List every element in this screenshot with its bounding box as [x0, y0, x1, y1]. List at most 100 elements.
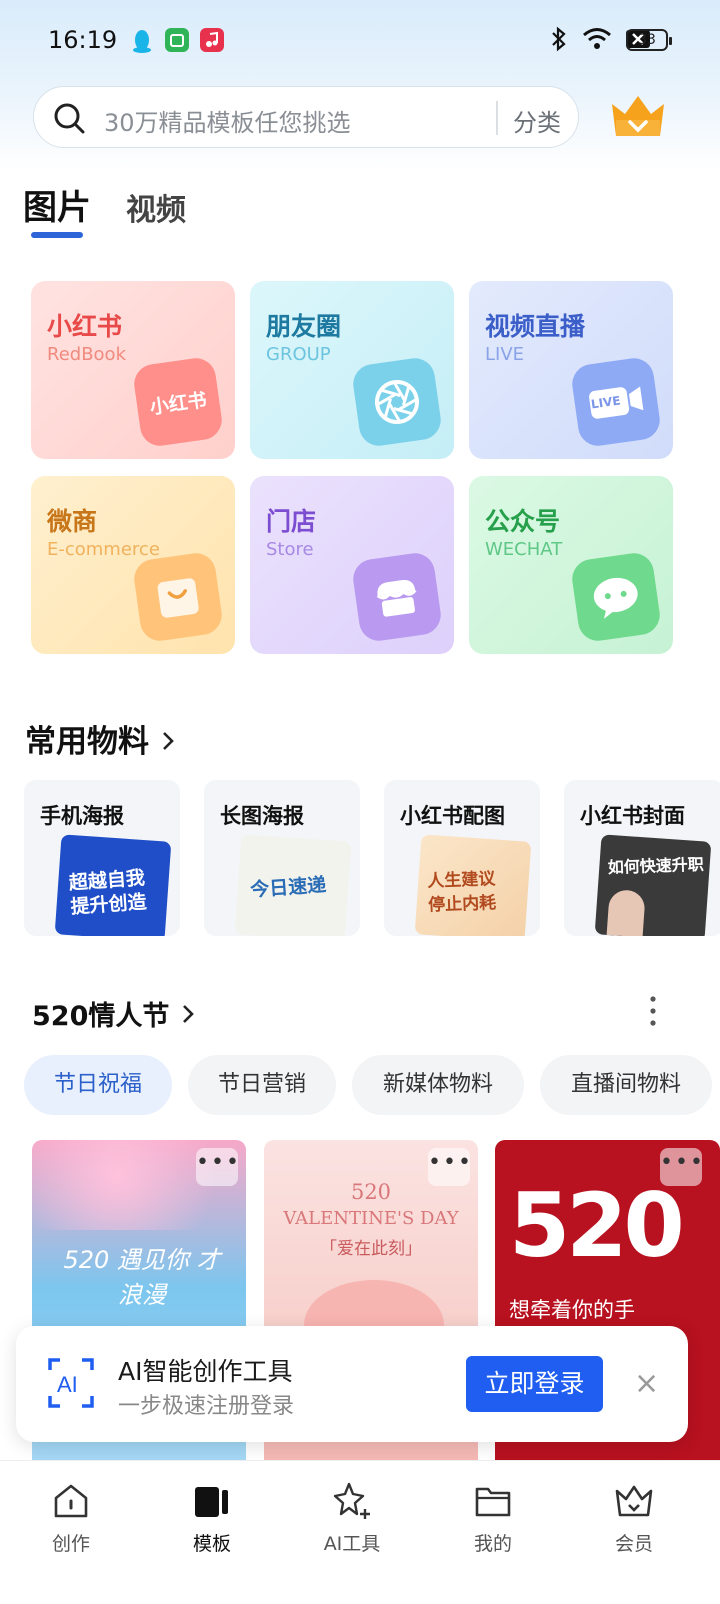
portrait-image — [606, 888, 646, 936]
tab-active-indicator — [31, 232, 83, 238]
thumbnail-text: 超越自我 提升创造 — [68, 867, 148, 919]
nav-label: 会员 — [614, 1533, 653, 1555]
material-label: 手机海报 — [40, 804, 124, 828]
section-title: 520情人节 — [32, 1001, 170, 1032]
close-icon[interactable]: × — [634, 1366, 659, 1401]
category-card-redbook[interactable]: 小红书 RedBook 小红书 — [31, 281, 235, 459]
common-materials-header[interactable]: 常用物料 — [25, 716, 175, 761]
more-options-icon[interactable] — [646, 994, 660, 1028]
section-title: 常用物料 — [25, 724, 149, 760]
wechat-icon — [569, 550, 663, 644]
nav-item-ai-tools[interactable]: AI工具 — [302, 1481, 402, 1556]
category-card-ecommerce[interactable]: 微商 E-commerce — [31, 476, 235, 654]
material-card-redbook-cover[interactable]: 小红书封面 如何快速升职 — [564, 780, 720, 936]
chip-holiday-marketing[interactable]: 节日营销 — [188, 1055, 336, 1115]
nav-item-membership[interactable]: 会员 — [584, 1481, 684, 1556]
category-subtitle: E-commerce — [47, 539, 160, 560]
qq-icon — [130, 28, 154, 53]
category-subtitle: Store — [266, 539, 314, 560]
login-button[interactable]: 立即登录 — [466, 1356, 603, 1412]
template-more-button[interactable]: ••• — [196, 1148, 239, 1186]
nav-label: 模板 — [192, 1533, 231, 1555]
login-banner: AI AI智能创作工具 一步极速注册登录 立即登录 × — [16, 1326, 688, 1442]
bottom-navigation: 创作 模板 AI工具 我的 会员 — [0, 1460, 720, 1604]
template-text: 520 — [509, 1174, 685, 1277]
aperture-icon — [350, 355, 444, 449]
thumbnail-text: 人生建议 停止内耗 — [426, 869, 497, 916]
category-subtitle: RedBook — [47, 344, 126, 365]
nav-label: 创作 — [51, 1533, 90, 1555]
template-more-button[interactable]: ••• — [428, 1148, 471, 1186]
vip-crown-button[interactable] — [608, 90, 668, 144]
category-title: 朋友圈 — [266, 312, 342, 341]
category-subtitle: GROUP — [266, 344, 331, 365]
template-title: VALENTINE'S DAY — [283, 1208, 459, 1229]
crown-icon — [614, 1481, 654, 1521]
template-icon — [192, 1481, 232, 1521]
nav-item-mine[interactable]: 我的 — [443, 1481, 543, 1556]
category-card-live[interactable]: 视频直播 LIVE LIVE — [469, 281, 673, 459]
chip-holiday-wishes[interactable]: 节日祝福 — [24, 1055, 172, 1115]
status-bar: 16:19 33 — [0, 0, 720, 84]
login-title: AI智能创作工具 — [118, 1357, 293, 1386]
chip-livestream[interactable]: 直播间物料 — [540, 1055, 712, 1115]
svg-text:AI: AI — [57, 1372, 78, 1397]
material-card-phone-poster[interactable]: 手机海报 超越自我 提升创造 — [24, 780, 180, 936]
thumbnail-text: 如何快速升职 — [607, 854, 705, 878]
chevron-right-icon — [181, 1001, 195, 1032]
wifi-icon — [582, 27, 612, 55]
bluetooth-icon — [550, 26, 568, 56]
nav-item-create[interactable]: 创作 — [21, 1481, 121, 1556]
ai-icon: AI — [46, 1356, 96, 1410]
shopping-bag-icon — [131, 550, 225, 644]
login-subtitle: 一步极速注册登录 — [118, 1394, 295, 1419]
folder-icon — [473, 1481, 513, 1521]
redbook-icon: 小红书 — [131, 355, 225, 449]
template-subtitle: 「爱在此刻」 — [320, 1239, 422, 1259]
category-card-moments[interactable]: 朋友圈 GROUP — [250, 281, 454, 459]
nav-label: AI工具 — [323, 1533, 381, 1555]
category-title: 公众号 — [485, 507, 561, 536]
tab-images[interactable]: 图片 — [23, 180, 91, 229]
home-icon — [51, 1481, 91, 1521]
battery-indicator: 33 — [626, 29, 672, 51]
category-card-store[interactable]: 门店 Store — [250, 476, 454, 654]
search-bar[interactable]: 30万精品模板任您挑选 分类 — [33, 86, 579, 148]
material-label: 小红书封面 — [580, 804, 685, 828]
thumbnail-text: 今日速递 — [249, 874, 327, 902]
template-text: 520 遇见你 才浪漫 — [63, 1246, 221, 1309]
material-thumbnail: 人生建议 停止内耗 — [414, 834, 532, 936]
chip-new-media[interactable]: 新媒体物料 — [352, 1055, 524, 1115]
music-icon — [200, 28, 224, 52]
ai-sparkle-icon — [332, 1481, 372, 1521]
chevron-right-icon — [161, 724, 175, 760]
search-input[interactable]: 30万精品模板任您挑选 — [104, 103, 351, 138]
material-label: 小红书配图 — [400, 804, 505, 828]
template-subtitle: 想牵着你的手 — [509, 1298, 635, 1322]
material-card-long-poster[interactable]: 长图海报 今日速递 — [204, 780, 360, 936]
category-title: 微商 — [47, 507, 98, 536]
nav-label: 我的 — [473, 1533, 512, 1555]
live-camera-icon: LIVE — [569, 355, 663, 449]
category-title: 门店 — [266, 507, 317, 536]
search-icon — [52, 101, 86, 139]
material-thumbnail: 今日速递 — [234, 834, 352, 936]
category-button[interactable]: 分类 — [513, 103, 561, 138]
category-subtitle: LIVE — [485, 344, 525, 365]
nav-item-templates[interactable]: 模板 — [162, 1481, 262, 1556]
status-time: 16:19 — [48, 26, 118, 54]
redbook-icon-text: 小红书 — [148, 388, 208, 419]
tab-videos[interactable]: 视频 — [126, 185, 186, 229]
category-title: 小红书 — [47, 312, 123, 341]
category-title: 视频直播 — [485, 312, 586, 341]
template-more-button[interactable]: ••• — [660, 1148, 703, 1186]
category-subtitle: WECHAT — [485, 539, 563, 560]
holiday-section-header[interactable]: 520情人节 — [32, 994, 195, 1033]
material-thumbnail: 如何快速升职 — [594, 834, 712, 936]
store-icon — [350, 550, 444, 644]
material-thumbnail: 超越自我 提升创造 — [54, 834, 172, 936]
category-card-wechat[interactable]: 公众号 WECHAT — [469, 476, 673, 654]
material-label: 长图海报 — [220, 804, 304, 828]
search-divider — [496, 101, 498, 135]
material-card-redbook-image[interactable]: 小红书配图 人生建议 停止内耗 — [384, 780, 540, 936]
